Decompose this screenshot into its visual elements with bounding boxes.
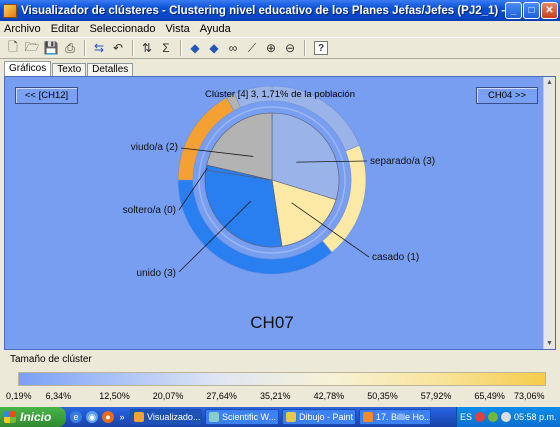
toolbar-separator	[180, 40, 182, 56]
start-button[interactable]: Inicio	[0, 407, 66, 427]
task-label: Scientific W...	[222, 412, 277, 422]
save-icon[interactable]: 💾	[42, 39, 60, 57]
gradient-tick-label: 73,06%	[514, 391, 545, 401]
tab-strip: Gráficos Texto Detalles	[4, 61, 134, 76]
menu-bar: Archivo Editar Seleccionado Vista Ayuda	[0, 21, 560, 37]
menu-ayuda[interactable]: Ayuda	[200, 23, 231, 35]
scroll-up-icon[interactable]: ▲	[544, 77, 555, 88]
toolbar-separator	[84, 40, 86, 56]
gradient-tick-label: 0,19%	[6, 391, 32, 401]
paint-icon	[286, 412, 296, 422]
gradient-tick-label: 57,92%	[420, 391, 452, 401]
tab-texto[interactable]: Texto	[52, 63, 87, 76]
gradient-tick-label: 50,35%	[367, 391, 398, 401]
menu-seleccionado[interactable]: Seleccionado	[89, 23, 155, 35]
new-file-icon[interactable]: 🗋	[4, 39, 22, 57]
chart-title: CH07	[250, 313, 293, 332]
gradient-tick-label: 42,78%	[313, 391, 345, 401]
volume-icon[interactable]	[501, 412, 512, 422]
app-icon	[209, 412, 219, 422]
magic-wand-icon[interactable]: ⟋	[243, 39, 261, 57]
ie-icon[interactable]: e	[70, 411, 82, 423]
zoom-out-icon[interactable]: ⊖	[281, 39, 299, 57]
pie-chart: separado/a (3) casado (1) unido (3) soltero…	[123, 85, 435, 332]
language-indicator[interactable]: ES	[460, 412, 472, 422]
maximize-button[interactable]: □	[523, 2, 540, 19]
close-button[interactable]: ✕	[541, 2, 558, 19]
print-icon[interactable]: ⎙	[61, 39, 79, 57]
swap-icon[interactable]: ⇆	[90, 39, 108, 57]
clock: 05:58 p.m.	[514, 412, 557, 422]
media-icon	[363, 412, 373, 422]
tray-app-icon[interactable]	[475, 412, 486, 422]
title-bar: Visualizador de clústeres - Clustering n…	[0, 0, 560, 21]
task-media[interactable]: 17. Billie Ho...	[359, 409, 431, 425]
task-label: Dibujo - Paint	[299, 412, 354, 422]
help-icon[interactable]: ?	[314, 41, 328, 55]
task-visualizador[interactable]: Visualizado...	[130, 409, 202, 425]
slice-label: unido (3)	[137, 268, 176, 279]
gradient-tick-label: 20,07%	[152, 391, 184, 401]
gradient-tick-label: 6,34%	[45, 391, 72, 401]
start-label: Inicio	[20, 410, 52, 424]
slice-label: casado (1)	[372, 252, 419, 263]
binoculars-icon[interactable]: ∞	[224, 39, 242, 57]
system-tray: ES 05:58 p.m.	[456, 407, 560, 427]
toolbar-separator	[132, 40, 134, 56]
arrow-right-icon[interactable]: ◆	[205, 39, 223, 57]
open-folder-icon[interactable]: 🗁	[23, 39, 41, 57]
gradient-tick-label: 65,49%	[474, 391, 505, 401]
cluster-subtitle: Clúster [4] 3, 1,71% de la población	[205, 89, 355, 100]
network-icon[interactable]	[488, 412, 499, 422]
firefox-icon[interactable]: ●	[102, 411, 114, 423]
next-cluster-button[interactable]: CH04 >>	[476, 87, 538, 104]
slice-label: viudo/a (2)	[131, 142, 178, 153]
arrow-left-icon[interactable]: ◆	[186, 39, 204, 57]
gradient-ticks: 0,19% 6,34% 12,50% 20,07% 27,64% 35,21% 42,78%…	[0, 391, 560, 403]
slice-label: soltero/a (0)	[123, 205, 176, 216]
minimize-button[interactable]: _	[505, 2, 522, 19]
menu-editar[interactable]: Editar	[51, 23, 80, 35]
sort-icon[interactable]: ⇅	[138, 39, 156, 57]
legend-title: Tamaño de clúster	[10, 354, 92, 365]
task-label: Visualizado...	[147, 412, 201, 422]
more-chevron-icon[interactable]: »	[118, 411, 126, 423]
chart-panel: separado/a (3) casado (1) unido (3) soltero…	[4, 76, 556, 350]
task-paint[interactable]: Dibujo - Paint	[282, 409, 356, 425]
zoom-in-icon[interactable]: ⊕	[262, 39, 280, 57]
menu-archivo[interactable]: Archivo	[4, 23, 41, 35]
quick-launch: e ◉ ● »	[70, 411, 126, 423]
slice-label: separado/a (3)	[370, 156, 435, 167]
filter-icon[interactable]: Σ	[157, 39, 175, 57]
scroll-down-icon[interactable]: ▼	[544, 338, 555, 349]
cluster-size-gradient	[18, 372, 546, 386]
task-scientific[interactable]: Scientific W...	[205, 409, 279, 425]
task-label: 17. Billie Ho...	[376, 412, 431, 422]
window-title: Visualizador de clústeres - Clustering n…	[21, 4, 513, 17]
menu-vista[interactable]: Vista	[166, 23, 190, 35]
taskbar: Inicio e ◉ ● » Visualizado... Scientific…	[0, 407, 560, 427]
gradient-tick-label: 27,64%	[206, 391, 237, 401]
windows-flag-icon	[4, 411, 16, 423]
toolbar-separator	[304, 40, 306, 56]
tab-detalles[interactable]: Detalles	[87, 63, 134, 76]
toolbar: 🗋 🗁 💾 ⎙ ⇆ ↶ ⇅ Σ ◆ ◆ ∞ ⟋ ⊕ ⊖ ?	[0, 37, 560, 59]
vertical-scrollbar[interactable]: ▲ ▼	[543, 77, 555, 349]
desktop-icon[interactable]: ◉	[86, 411, 98, 423]
app-icon	[3, 3, 17, 18]
gradient-tick-label: 12,50%	[99, 391, 130, 401]
undo-icon[interactable]: ↶	[109, 39, 127, 57]
tab-graficos[interactable]: Gráficos	[4, 61, 52, 76]
gradient-tick-label: 35,21%	[260, 391, 291, 401]
app-icon	[134, 412, 144, 422]
